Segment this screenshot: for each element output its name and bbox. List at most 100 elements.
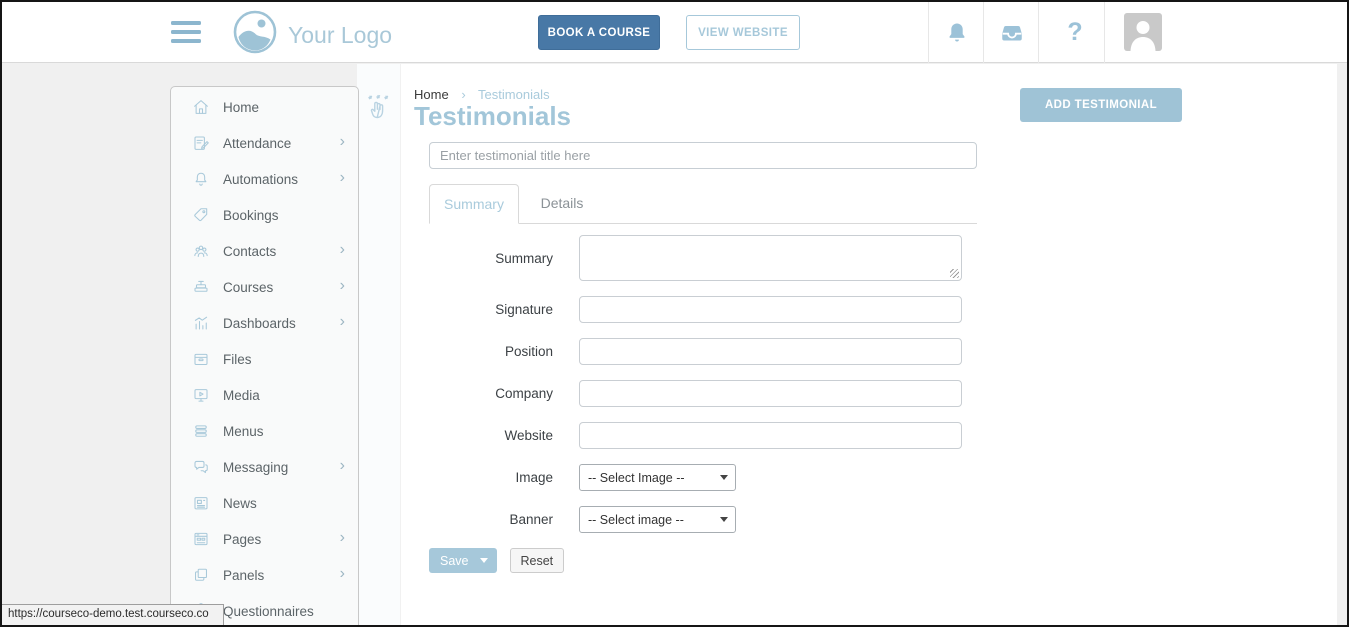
sidebar-item-label: Panels <box>223 568 340 583</box>
sidebar-item-label: Pages <box>223 532 340 547</box>
side-rail <box>357 64 401 625</box>
header-divider <box>1038 2 1039 63</box>
top-header: Your Logo BOOK A COURSE VIEW WEBSITE ? <box>2 2 1347 63</box>
sidebar-item-contacts[interactable]: Contacts› <box>171 233 358 269</box>
chevron-right-icon: › <box>340 314 345 332</box>
tab-details[interactable]: Details <box>519 183 605 223</box>
sidebar-item-label: Home <box>223 100 345 115</box>
sidebar-item-news[interactable]: News <box>171 485 358 521</box>
banner-label: Banner <box>429 512 579 527</box>
avatar[interactable] <box>1124 13 1162 51</box>
chevron-right-icon: › <box>340 530 345 548</box>
company-input[interactable] <box>579 380 962 407</box>
sidebar-item-label: Courses <box>223 280 340 295</box>
chevron-right-icon: › <box>340 170 345 188</box>
chevron-right-icon: › <box>340 458 345 476</box>
sidebar-item-label: Attendance <box>223 136 340 151</box>
form-row-summary: Summary <box>429 235 962 281</box>
media-icon <box>192 386 210 404</box>
dashboards-icon <box>192 314 210 332</box>
bookings-icon <box>192 206 210 224</box>
website-input[interactable] <box>579 422 962 449</box>
sidebar-item-files[interactable]: Files <box>171 341 358 377</box>
chevron-right-icon: › <box>340 278 345 296</box>
tab-summary[interactable]: Summary <box>429 184 519 224</box>
automations-icon <box>192 170 210 188</box>
position-label: Position <box>429 344 579 359</box>
breadcrumb: Home › Testimonials <box>414 87 550 102</box>
sidebar-item-label: Automations <box>223 172 340 187</box>
sidebar-item-courses[interactable]: Courses› <box>171 269 358 305</box>
chevron-right-icon: › <box>340 242 345 260</box>
page-title: Testimonials <box>414 101 571 132</box>
logo[interactable]: Your Logo <box>232 9 392 60</box>
testimonial-title-input[interactable] <box>429 142 977 169</box>
tab-bar: Summary Details <box>429 183 977 224</box>
chevron-right-icon: › <box>340 566 345 584</box>
home-icon <box>192 98 210 116</box>
resize-handle-icon[interactable] <box>950 269 959 278</box>
sidebar-item-panels[interactable]: Panels› <box>171 557 358 593</box>
header-divider <box>1104 2 1105 63</box>
position-input[interactable] <box>579 338 962 365</box>
logo-image-icon <box>232 9 278 60</box>
image-label: Image <box>429 470 579 485</box>
reset-button[interactable]: Reset <box>510 548 565 573</box>
signature-input[interactable] <box>579 296 962 323</box>
breadcrumb-home-link[interactable]: Home <box>414 87 449 102</box>
status-bar-url: https://courseco-demo.test.courseco.co <box>2 604 224 625</box>
save-button-label: Save <box>440 554 469 568</box>
banner-select[interactable]: -- Select image -- <box>579 506 736 533</box>
website-label: Website <box>429 428 579 443</box>
sidebar-item-bookings[interactable]: Bookings <box>171 197 358 233</box>
courses-icon <box>192 278 210 296</box>
form-row-banner: Banner-- Select image -- <box>429 506 962 533</box>
breadcrumb-separator-icon: › <box>461 87 465 102</box>
chevron-right-icon: › <box>340 134 345 152</box>
save-dropdown-caret-icon[interactable] <box>480 558 488 563</box>
sidebar-item-label: News <box>223 496 345 511</box>
sidebar-item-attendance[interactable]: Attendance› <box>171 125 358 161</box>
main-content: Home › Testimonials Testimonials ADD TES… <box>401 63 1337 625</box>
hamburger-menu-icon[interactable] <box>171 21 201 43</box>
form-row-website: Website <box>429 422 962 449</box>
view-website-button[interactable]: VIEW WEBSITE <box>686 15 800 50</box>
sidebar-item-home[interactable]: Home <box>171 89 358 125</box>
sidebar-item-label: Menus <box>223 424 345 439</box>
sidebar-item-label: Messaging <box>223 460 340 475</box>
signature-label: Signature <box>429 302 579 317</box>
logo-text: Your Logo <box>288 12 392 58</box>
sidebar-item-media[interactable]: Media <box>171 377 358 413</box>
pages-icon <box>192 530 210 548</box>
sidebar-item-dashboards[interactable]: Dashboards› <box>171 305 358 341</box>
sidebar-item-label: Questionnaires <box>223 604 345 619</box>
testimonial-form: Summary Signature Position Company Website Im… <box>429 235 962 573</box>
sidebar-item-label: Dashboards <box>223 316 340 331</box>
image-select[interactable]: -- Select Image -- <box>579 464 736 491</box>
notifications-bell-icon[interactable] <box>943 2 971 63</box>
inbox-icon[interactable] <box>998 2 1026 63</box>
files-icon <box>192 350 210 368</box>
breadcrumb-current: Testimonials <box>478 87 550 102</box>
header-divider <box>983 2 984 63</box>
form-row-position: Position <box>429 338 962 365</box>
form-row-signature: Signature <box>429 296 962 323</box>
sidebar-item-automations[interactable]: Automations› <box>171 161 358 197</box>
attendance-icon <box>192 134 210 152</box>
add-testimonial-button[interactable]: ADD TESTIMONIAL <box>1020 88 1182 122</box>
form-row-company: Company <box>429 380 962 407</box>
summary-textarea[interactable] <box>579 235 962 281</box>
sidebar-item-menus[interactable]: Menus <box>171 413 358 449</box>
tour-hand-icon[interactable] <box>366 93 392 126</box>
sidebar-item-label: Files <box>223 352 345 367</box>
contacts-icon <box>192 242 210 260</box>
help-icon[interactable]: ? <box>1062 2 1088 63</box>
save-button[interactable]: Save <box>429 548 497 573</box>
menus-icon <box>192 422 210 440</box>
form-actions: Save Reset <box>429 548 962 573</box>
panels-icon <box>192 566 210 584</box>
sidebar-item-pages[interactable]: Pages› <box>171 521 358 557</box>
sidebar-item-messaging[interactable]: Messaging› <box>171 449 358 485</box>
sidebar-item-label: Bookings <box>223 208 345 223</box>
book-a-course-button[interactable]: BOOK A COURSE <box>538 15 660 50</box>
